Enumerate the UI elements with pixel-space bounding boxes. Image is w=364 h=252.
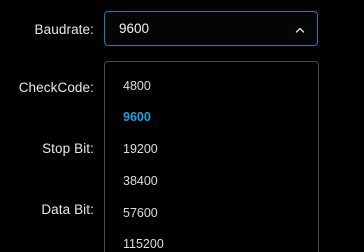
baudrate-select[interactable]: 9600 [104,11,318,46]
baudrate-dropdown-list[interactable]: 4800 9600 19200 38400 57600 115200 [104,61,319,252]
serial-settings-panel: Baudrate: CheckCode: Stop Bit: Data Bit:… [0,0,364,252]
baudrate-option-9600[interactable]: 9600 [123,110,151,124]
baudrate-option-115200[interactable]: 115200 [123,237,164,251]
baudrate-option-4800[interactable]: 4800 [123,79,151,93]
baudrate-label: Baudrate: [34,22,94,37]
baudrate-selected-value: 9600 [119,21,150,36]
chevron-up-icon[interactable] [294,23,306,35]
checkcode-label: CheckCode: [18,80,94,95]
baudrate-option-19200[interactable]: 19200 [123,142,158,156]
baudrate-option-57600[interactable]: 57600 [123,206,158,220]
stop-bit-label: Stop Bit: [42,141,94,156]
baudrate-option-38400[interactable]: 38400 [123,174,158,188]
data-bit-label: Data Bit: [41,202,94,217]
